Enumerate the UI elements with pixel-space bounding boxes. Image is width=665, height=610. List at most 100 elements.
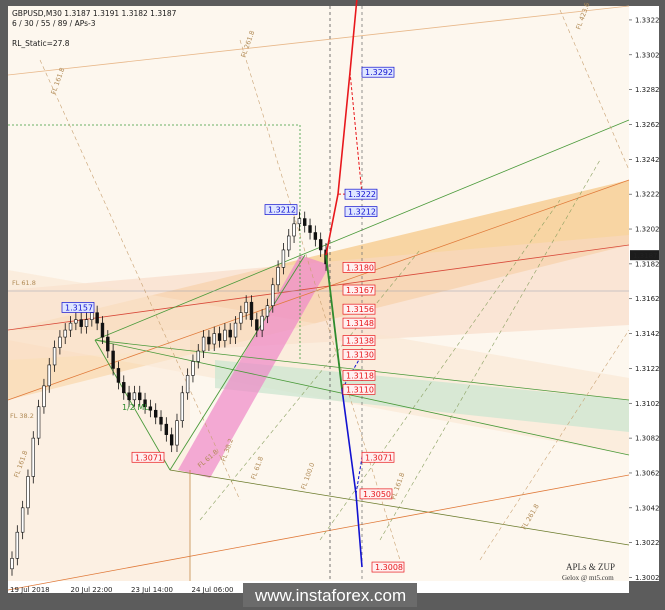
candle-body — [196, 350, 200, 362]
candle-body — [217, 333, 222, 341]
candle-body — [223, 329, 227, 341]
candle-body — [10, 558, 14, 570]
candle-body — [138, 392, 142, 401]
price-label-text: 1.3130 — [346, 350, 374, 359]
candle-body — [175, 420, 179, 446]
candle-body — [100, 322, 105, 338]
y-tick-label: 1.3162 — [635, 295, 660, 303]
candle-body — [52, 347, 57, 366]
x-tick-label: 24 Jul 06:00 — [192, 586, 234, 594]
candle-body — [148, 406, 153, 411]
price-label-text: 1.3138 — [346, 337, 374, 346]
candle-body — [74, 319, 78, 324]
candle-body — [26, 476, 30, 509]
y-tick-label: 1.3142 — [635, 330, 660, 338]
candle-body — [169, 434, 174, 446]
price-label-text: 1.3118 — [346, 371, 374, 380]
candle-body — [292, 223, 296, 237]
candle-body — [308, 225, 312, 233]
y-tick-label: 1.3122 — [635, 365, 660, 373]
candle-body — [90, 312, 94, 320]
price-label-text: 1.3071 — [365, 453, 393, 462]
candle-body — [58, 336, 62, 348]
candle-body — [42, 385, 46, 408]
candle-body — [116, 368, 121, 383]
price-chart[interactable]: 1.33651.32921.32221.32121.32121.31571.31… — [0, 0, 665, 610]
y-tick-label: 1.3082 — [635, 435, 660, 443]
current-price-marker: 1.3187 — [630, 250, 659, 261]
candle-body — [79, 319, 83, 327]
candle-body — [127, 392, 131, 401]
price-label-text: 1.3212 — [348, 208, 376, 217]
price-label-text: 1.3156 — [346, 305, 374, 314]
params-line: 6 / 30 / 55 / 89 / APs-3 — [12, 19, 96, 28]
candle-body — [207, 336, 211, 345]
candle-body — [111, 350, 115, 369]
half-ml-label: 1/2 ML — [122, 403, 149, 412]
y-tick-label: 1.3042 — [635, 504, 660, 512]
candle-body — [159, 416, 163, 425]
y-tick-label: 1.3182 — [635, 260, 660, 268]
candle-body — [191, 361, 195, 376]
price-label-text: 1.3212 — [268, 206, 296, 215]
candle-body — [132, 392, 137, 401]
candle-body — [281, 249, 286, 268]
candle-body — [249, 301, 254, 320]
y-tick-label: 1.3242 — [635, 156, 660, 164]
fib-label: FL 38.2 — [10, 412, 34, 420]
candle-body — [244, 301, 248, 313]
price-label-text: 1.3180 — [346, 263, 374, 272]
price-label-text: 1.3008 — [375, 563, 403, 572]
candle-body — [106, 336, 110, 352]
candle-body — [164, 423, 169, 435]
candle-body — [31, 437, 35, 477]
price-label-text: 1.3050 — [363, 490, 391, 499]
candle-body — [63, 329, 67, 338]
x-tick-label: 19 Jul 2018 — [10, 586, 50, 594]
candle-body — [313, 232, 318, 240]
candle-body — [153, 409, 158, 418]
y-tick-label: 1.3262 — [635, 121, 660, 129]
price-label-text: 1.3071 — [135, 453, 163, 462]
x-tick-label: 20 Jul 22:00 — [71, 586, 113, 594]
candle-body — [201, 336, 206, 352]
candle-body — [84, 319, 89, 327]
candle-body — [239, 312, 243, 324]
candle-body — [287, 235, 291, 251]
y-tick-label: 1.3002 — [635, 574, 660, 582]
candle-body — [212, 333, 216, 345]
candle-body — [228, 329, 232, 338]
current-price-text: 1.3187 — [633, 252, 658, 260]
symbol-ohlc-line: GBPUSD,M30 1.3187 1.3191 1.3182 1.3187 — [12, 9, 177, 18]
candle-body — [303, 218, 307, 226]
credit-sub: Gelox @ mt5.com — [562, 574, 614, 582]
candle-body — [95, 312, 99, 324]
watermark-banner: www.instaforex.com — [243, 583, 417, 607]
candle-body — [47, 364, 51, 387]
candle-body — [36, 406, 41, 439]
candle-body — [68, 322, 73, 331]
candle-body — [255, 319, 259, 331]
candle-body — [318, 239, 323, 251]
candle-body — [233, 322, 238, 338]
candle-body — [276, 267, 280, 286]
candle-body — [271, 284, 275, 306]
indicator-line: RL_Static=27.8 — [12, 39, 70, 48]
y-tick-label: 1.3202 — [635, 226, 660, 234]
fib-label: FL 61.8 — [12, 279, 36, 287]
price-label-text: 1.3222 — [348, 190, 376, 199]
candle-body — [122, 382, 126, 394]
price-label-text: 1.3157 — [65, 303, 93, 312]
candle-body — [265, 305, 270, 317]
chart-window: 1.33651.32921.32221.32121.32121.31571.31… — [0, 0, 665, 610]
y-tick-label: 1.3102 — [635, 400, 660, 408]
candle-body — [185, 375, 190, 394]
y-tick-label: 1.3322 — [635, 16, 660, 24]
price-label-text: 1.3110 — [346, 385, 374, 394]
candle-body — [180, 392, 185, 421]
price-label-text: 1.3167 — [346, 286, 374, 295]
candle-body — [15, 531, 20, 559]
credit-title: APLs & ZUP — [566, 562, 615, 572]
y-tick-label: 1.3062 — [635, 469, 660, 477]
y-tick-label: 1.3022 — [635, 539, 660, 547]
